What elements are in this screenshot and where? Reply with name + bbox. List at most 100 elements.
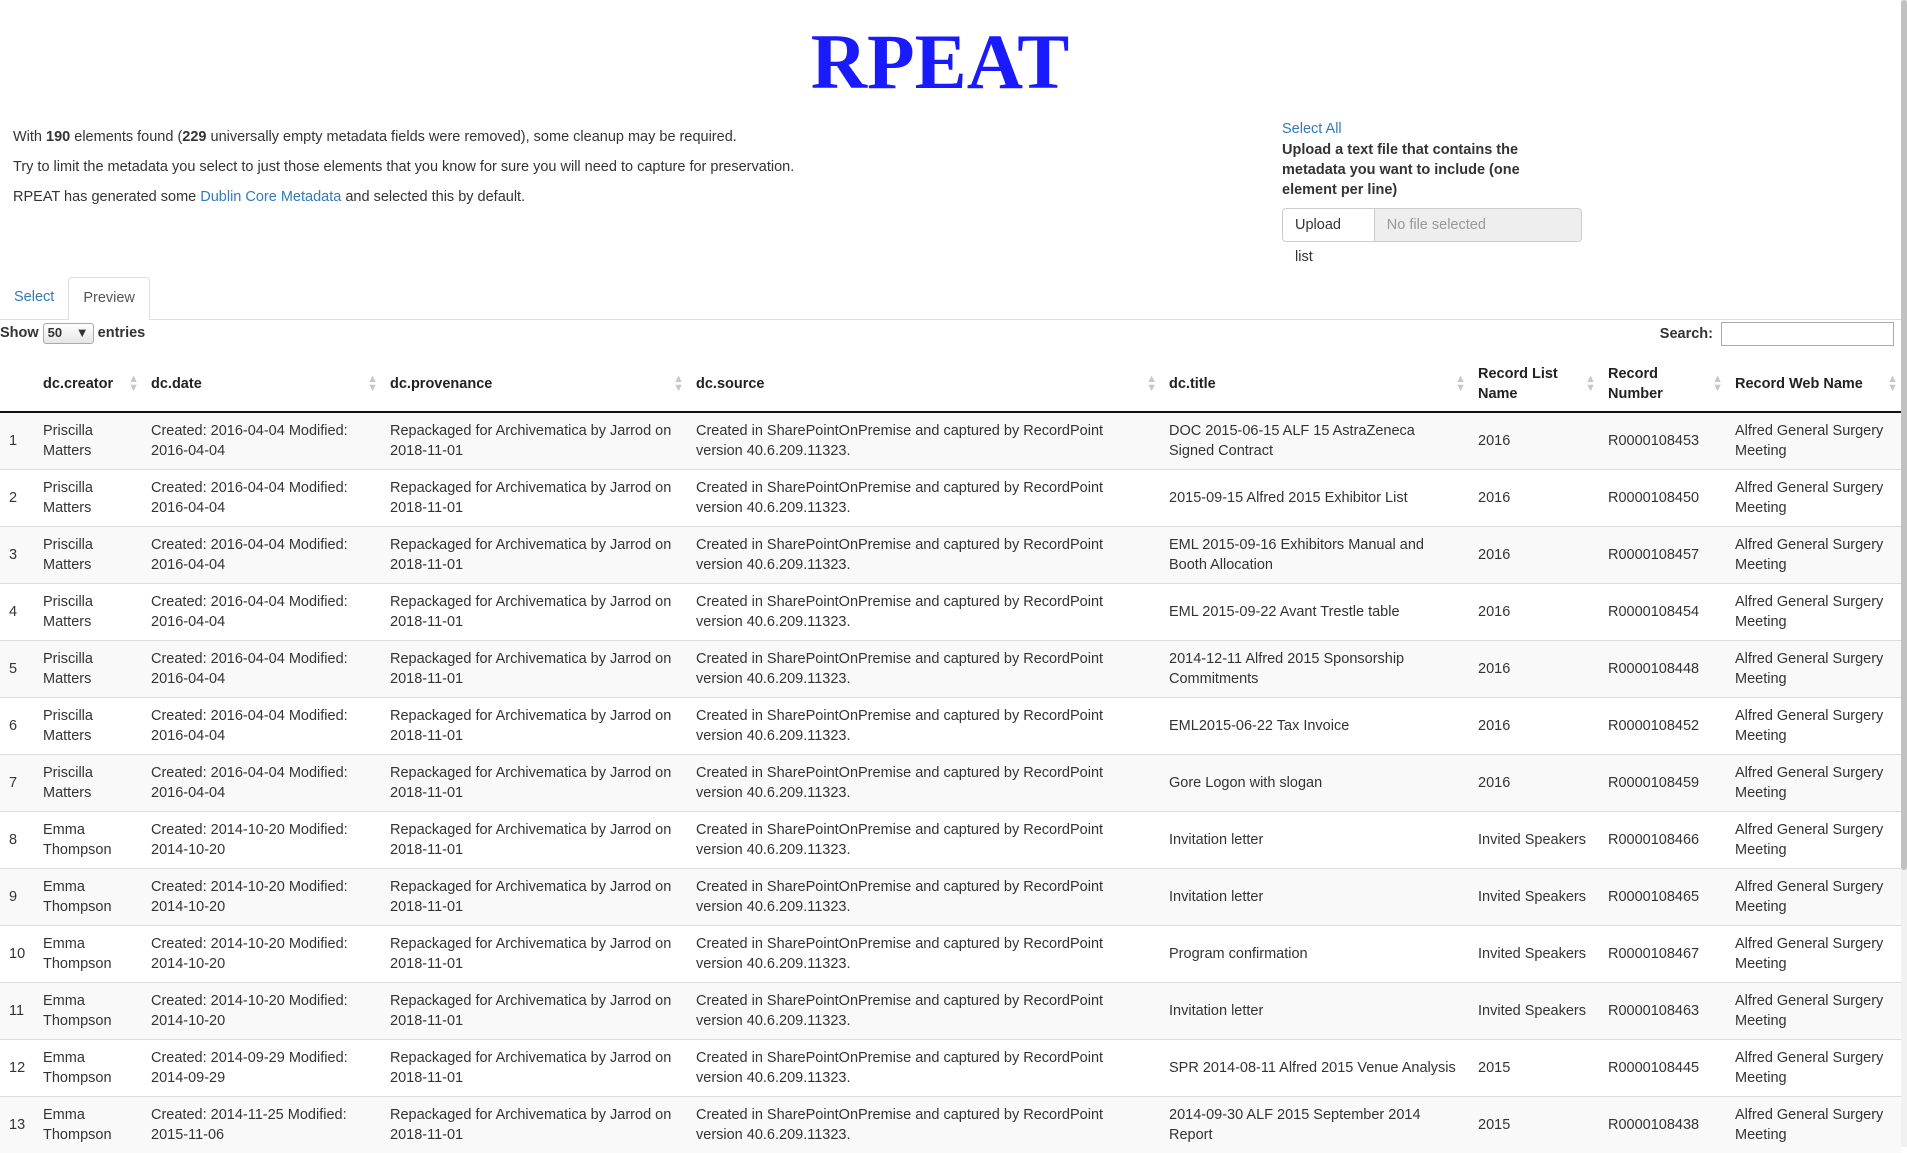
table-row[interactable]: 7 Priscilla Matters Created: 2016-04-04 Mo…: [0, 753, 1902, 811]
cell-record-number: R0000108452: [1600, 696, 1727, 754]
column-header-dc-date[interactable]: dc.date ▲ ▼: [143, 357, 382, 413]
table-row[interactable]: 1 Priscilla Matters Created: 2016-04-04 Mo…: [0, 411, 1902, 469]
scrollbar[interactable]: [1901, 0, 1907, 1147]
intro-text: With 190 elements found (229 universally…: [13, 128, 1013, 218]
cell-dc-source: Created in SharePointOnPremise and captu…: [688, 525, 1161, 583]
row-index: 6: [0, 696, 35, 754]
cell-record-web-name: Alfred General Surgery Meeting: [1727, 924, 1902, 982]
row-index: 10: [0, 924, 35, 982]
dublin-core-link[interactable]: Dublin Core Metadata: [200, 189, 341, 205]
sort-icon: ▲ ▼: [1585, 373, 1596, 394]
cell-record-web-name: Alfred General Surgery Meeting: [1727, 867, 1902, 925]
upload-list-button[interactable]: Upload list: [1282, 208, 1375, 265]
preview-table: dc.creator ▲ ▼ dc.date ▲ ▼ dc.provenance ▲ ▼ dc.s…: [0, 357, 1902, 1153]
cell-record-list-name: 2015: [1470, 1038, 1600, 1096]
cell-record-web-name: Alfred General Surgery Meeting: [1727, 1095, 1902, 1153]
cell-dc-provenance: Repackaged for Archivematica by Jarrod o…: [382, 981, 688, 1039]
table-row[interactable]: 11 Emma Thompson Created: 2014-10-20 Modif…: [0, 981, 1902, 1039]
scrollbar-thumb[interactable]: [1901, 0, 1907, 870]
column-header-index: [0, 357, 35, 413]
entries-select-value: 50: [47, 325, 63, 340]
column-header-record-web-name[interactable]: Record Web Name ▲ ▼: [1727, 357, 1902, 413]
table-row[interactable]: 5 Priscilla Matters Created: 2016-04-04 Mo…: [0, 639, 1902, 697]
cell-record-number: R0000108453: [1600, 411, 1727, 469]
cell-record-web-name: Alfred General Surgery Meeting: [1727, 1038, 1902, 1096]
column-header-dc-creator[interactable]: dc.creator ▲ ▼: [35, 357, 143, 413]
cell-dc-date: Created: 2014-10-20 Modified: 2014-10-20: [143, 924, 382, 982]
column-header-label: Record List Name: [1478, 366, 1558, 402]
row-index: 3: [0, 525, 35, 583]
file-name-field[interactable]: No file selected: [1374, 208, 1582, 242]
cell-record-number: R0000108454: [1600, 582, 1727, 640]
dc-note-suffix: and selected this by default.: [341, 189, 526, 205]
row-index: 7: [0, 753, 35, 811]
column-header-dc-source[interactable]: dc.source ▲ ▼: [688, 357, 1161, 413]
cell-record-list-name: 2016: [1470, 639, 1600, 697]
cell-dc-creator: Emma Thompson: [35, 1038, 143, 1096]
column-header-label: dc.provenance: [390, 376, 493, 392]
table-row[interactable]: 6 Priscilla Matters Created: 2016-04-04 Mo…: [0, 696, 1902, 754]
cell-dc-date: Created: 2014-09-29 Modified: 2014-09-29: [143, 1038, 382, 1096]
cell-dc-title: EML 2015-09-22 Avant Trestle table: [1161, 582, 1470, 640]
search-input[interactable]: [1721, 322, 1894, 346]
table-row[interactable]: 4 Priscilla Matters Created: 2016-04-04 Mo…: [0, 582, 1902, 640]
cell-record-web-name: Alfred General Surgery Meeting: [1727, 981, 1902, 1039]
sort-icon: ▲ ▼: [128, 373, 139, 394]
column-header-dc-title[interactable]: dc.title ▲ ▼: [1161, 357, 1470, 413]
cell-dc-source: Created in SharePointOnPremise and captu…: [688, 753, 1161, 811]
table-row[interactable]: 12 Emma Thompson Created: 2014-09-29 Modif…: [0, 1038, 1902, 1096]
table-row[interactable]: 10 Emma Thompson Created: 2014-10-20 Modif…: [0, 924, 1902, 982]
cell-record-web-name: Alfred General Surgery Meeting: [1727, 639, 1902, 697]
cell-record-number: R0000108463: [1600, 981, 1727, 1039]
table-row[interactable]: 9 Emma Thompson Created: 2014-10-20 Modifi…: [0, 867, 1902, 925]
cell-dc-date: Created: 2016-04-04 Modified: 2016-04-04: [143, 639, 382, 697]
column-header-label: dc.creator: [43, 376, 114, 392]
empty-removed-count: 229: [182, 129, 207, 145]
cell-dc-provenance: Repackaged for Archivematica by Jarrod o…: [382, 639, 688, 697]
row-index: 12: [0, 1038, 35, 1096]
chevron-down-icon: ▼: [75, 325, 89, 340]
cell-dc-provenance: Repackaged for Archivematica by Jarrod o…: [382, 582, 688, 640]
cell-record-list-name: Invited Speakers: [1470, 810, 1600, 868]
cell-record-number: R0000108448: [1600, 639, 1727, 697]
cell-dc-date: Created: 2014-10-20 Modified: 2014-10-20: [143, 810, 382, 868]
table-row[interactable]: 8 Emma Thompson Created: 2014-10-20 Modifi…: [0, 810, 1902, 868]
cell-dc-date: Created: 2014-11-25 Modified: 2015-11-06: [143, 1095, 382, 1153]
cell-record-web-name: Alfred General Surgery Meeting: [1727, 696, 1902, 754]
cell-record-web-name: Alfred General Surgery Meeting: [1727, 411, 1902, 469]
cell-dc-source: Created in SharePointOnPremise and captu…: [688, 924, 1161, 982]
sort-icon: ▲ ▼: [1455, 373, 1466, 394]
cell-record-web-name: Alfred General Surgery Meeting: [1727, 525, 1902, 583]
cell-dc-date: Created: 2016-04-04 Modified: 2016-04-04: [143, 411, 382, 469]
table-row[interactable]: 13 Emma Thompson Created: 2014-11-25 Modif…: [0, 1095, 1902, 1153]
column-header-record-list-name[interactable]: Record List Name ▲ ▼: [1470, 357, 1600, 413]
cell-dc-date: Created: 2014-10-20 Modified: 2014-10-20: [143, 981, 382, 1039]
cell-dc-creator: Emma Thompson: [35, 981, 143, 1039]
column-header-dc-provenance[interactable]: dc.provenance ▲ ▼: [382, 357, 688, 413]
cell-dc-title: Invitation letter: [1161, 981, 1470, 1039]
app-title: RPEAT: [810, 18, 1070, 105]
cell-record-number: R0000108450: [1600, 468, 1727, 526]
table-controls: Show 50 ▼ entries Search:: [0, 322, 1900, 352]
sort-icon: ▲ ▼: [367, 373, 378, 394]
cell-record-list-name: Invited Speakers: [1470, 924, 1600, 982]
cell-dc-creator: Priscilla Matters: [35, 468, 143, 526]
table-row[interactable]: 2 Priscilla Matters Created: 2016-04-04 Mo…: [0, 468, 1902, 526]
cell-dc-creator: Emma Thompson: [35, 1095, 143, 1153]
table-row[interactable]: 3 Priscilla Matters Created: 2016-04-04 Mo…: [0, 525, 1902, 583]
cell-dc-source: Created in SharePointOnPremise and captu…: [688, 867, 1161, 925]
cell-record-web-name: Alfred General Surgery Meeting: [1727, 810, 1902, 868]
row-index: 4: [0, 582, 35, 640]
tab-preview[interactable]: Preview: [68, 277, 150, 320]
cell-dc-provenance: Repackaged for Archivematica by Jarrod o…: [382, 525, 688, 583]
cell-dc-title: Invitation letter: [1161, 867, 1470, 925]
search-label: Search:: [1659, 326, 1713, 342]
column-header-label: Record Web Name: [1735, 376, 1863, 392]
cell-dc-source: Created in SharePointOnPremise and captu…: [688, 981, 1161, 1039]
tab-select[interactable]: Select: [0, 277, 68, 319]
entries-select[interactable]: 50 ▼: [42, 322, 94, 344]
cell-dc-creator: Priscilla Matters: [35, 753, 143, 811]
column-header-record-number[interactable]: Record Number ▲ ▼: [1600, 357, 1727, 413]
cell-record-number: R0000108465: [1600, 867, 1727, 925]
select-all-link[interactable]: Select All: [1282, 120, 1582, 138]
